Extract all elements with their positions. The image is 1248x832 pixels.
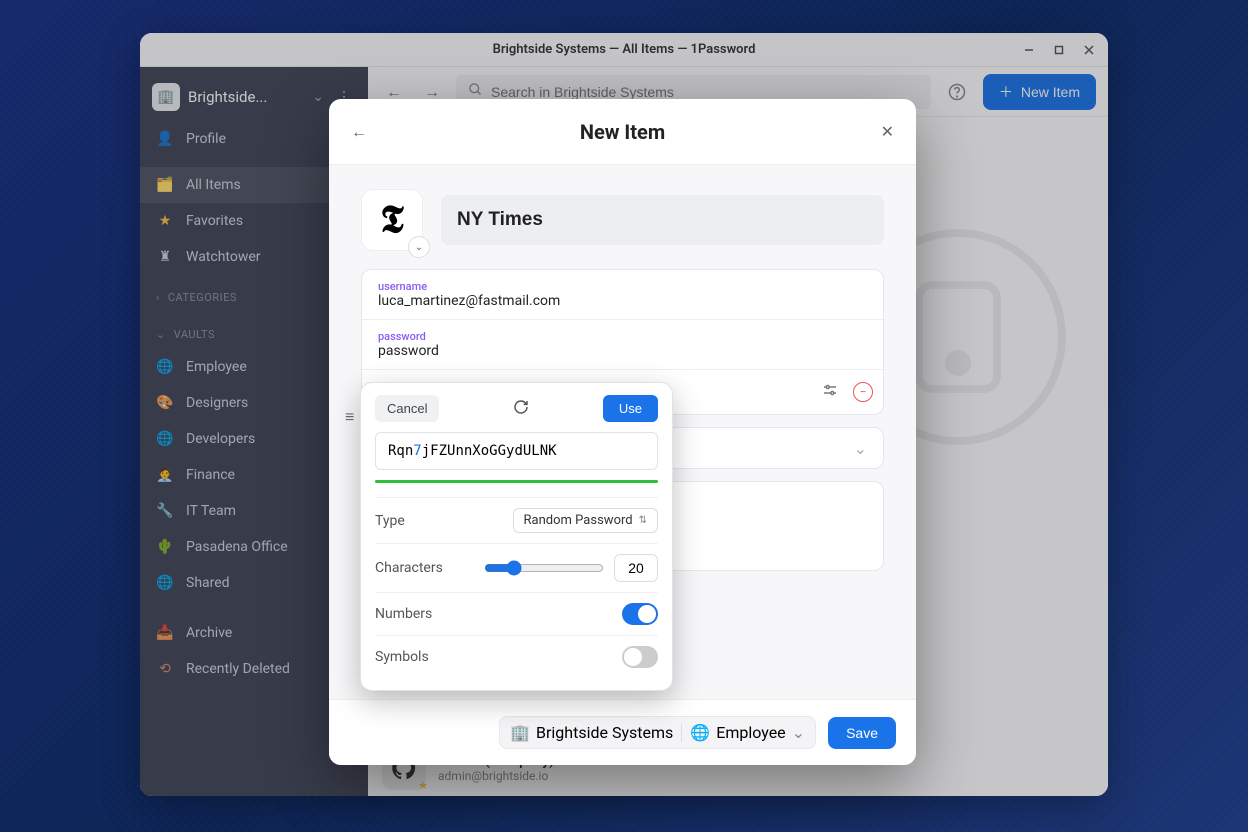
- nytimes-icon: 𝕿: [380, 198, 403, 242]
- generator-type-select[interactable]: Random Password ⇅: [513, 508, 658, 533]
- generator-numbers-row: Numbers: [375, 592, 658, 635]
- generator-symbols-row: Symbols: [375, 635, 658, 678]
- generator-use-button[interactable]: Use: [603, 395, 658, 422]
- settings-sliders-icon[interactable]: [821, 381, 839, 403]
- characters-count-input[interactable]: [614, 554, 658, 582]
- row-label: Numbers: [375, 606, 432, 622]
- org-name: Brightside Systems: [536, 723, 673, 742]
- characters-slider[interactable]: [484, 560, 604, 576]
- generator-type-row: Type Random Password ⇅: [375, 497, 658, 543]
- password-strength-bar: [375, 480, 658, 483]
- field-label: password: [378, 330, 867, 343]
- numbers-toggle[interactable]: [622, 603, 658, 625]
- modal-header: ← New Item ✕: [329, 99, 916, 165]
- modal-footer: 🏢 Brightside Systems 🌐 Employee ⌄ Save: [329, 699, 916, 765]
- symbols-toggle[interactable]: [622, 646, 658, 668]
- field-value: password: [378, 343, 867, 359]
- delete-field-button[interactable]: −: [853, 382, 873, 402]
- row-label: Symbols: [375, 649, 429, 665]
- select-value: Random Password: [524, 513, 633, 528]
- pw-digit: 7: [413, 443, 421, 459]
- chevron-down-icon: ⌄: [792, 723, 805, 742]
- field-label: username: [378, 280, 867, 293]
- modal-back-button[interactable]: ←: [351, 122, 367, 142]
- row-label: Type: [375, 513, 405, 529]
- generated-password-display[interactable]: Rqn7jFZUnnXoGGydULNK: [375, 432, 658, 470]
- save-button[interactable]: Save: [828, 717, 896, 749]
- org-icon: 🏢: [510, 723, 530, 742]
- generator-characters-row: Characters: [375, 543, 658, 592]
- username-field[interactable]: username luca_martinez@fastmail.com: [362, 270, 883, 320]
- chevron-down-icon: ⌄: [854, 439, 867, 458]
- save-location-picker[interactable]: 🏢 Brightside Systems 🌐 Employee ⌄: [499, 716, 816, 749]
- pw-part: Rqn: [388, 443, 413, 459]
- modal-title: New Item: [580, 120, 665, 144]
- row-label: Characters: [375, 560, 443, 576]
- vault-name: Employee: [716, 723, 785, 742]
- select-arrows-icon: ⇅: [639, 515, 647, 526]
- item-icon-picker[interactable]: 𝕿 ⌄: [361, 189, 423, 251]
- icon-picker-chevron-icon[interactable]: ⌄: [408, 236, 430, 258]
- pw-part: jFZUnnXoGGydULNK: [422, 443, 557, 459]
- reorder-handle-icon[interactable]: ≡: [345, 407, 354, 427]
- generator-refresh-button[interactable]: [513, 399, 529, 419]
- divider: [681, 724, 682, 742]
- vault-icon: 🌐: [690, 723, 710, 742]
- modal-close-button[interactable]: ✕: [881, 122, 894, 141]
- generator-cancel-button[interactable]: Cancel: [375, 395, 439, 422]
- password-field[interactable]: password password: [362, 320, 883, 370]
- password-generator-popover: Cancel Use Rqn7jFZUnnXoGGydULNK Type Ran…: [360, 382, 673, 691]
- field-value: luca_martinez@fastmail.com: [378, 293, 867, 309]
- item-name-input[interactable]: [441, 195, 884, 245]
